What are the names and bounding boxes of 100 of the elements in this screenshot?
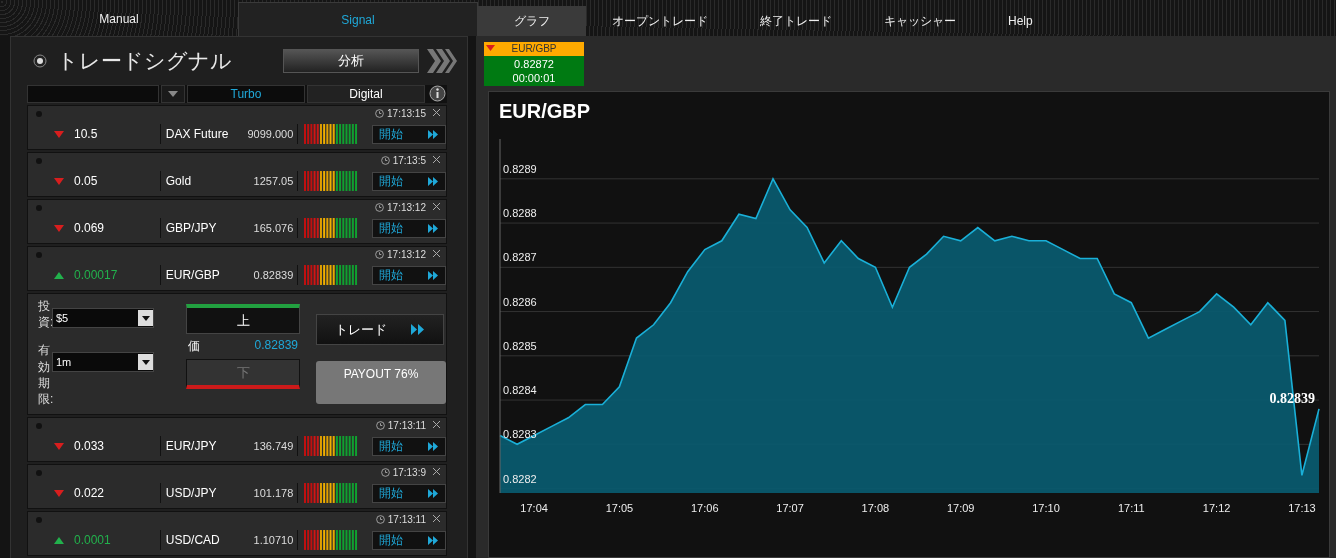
signal-meter-icon [304,436,359,456]
signal-time: 17:13:11 [387,514,426,525]
close-icon[interactable] [433,109,440,116]
close-icon[interactable] [433,421,440,428]
change-value: 0.022 [73,486,105,500]
signal-meter-icon [304,265,359,285]
price-label: 価 [188,338,200,355]
fast-forward-icon [428,129,439,139]
clock-icon [375,421,385,430]
change-value: 0.05 [73,174,99,188]
asset-price: 101.178 [252,487,294,499]
y-tick-label: 0.8284 [503,384,537,397]
analysis-button[interactable]: 分析 [283,48,419,73]
status-dot-icon [36,111,42,117]
start-button[interactable]: 開始 [372,124,446,144]
start-button[interactable]: 開始 [372,171,446,191]
x-tick-label: 17:07 [776,502,804,512]
asset-price: 9099.000 [246,128,294,140]
radio-icon[interactable] [33,53,47,68]
caret-icon[interactable] [141,315,150,321]
x-tick-label: 17:08 [861,502,890,512]
asset-name: Gold [164,174,193,188]
caret-icon[interactable] [141,359,150,365]
expiry-select[interactable]: 1m [52,352,154,373]
expiry-label: 有効期限: [38,342,52,408]
x-tick-label: 17:12 [1202,502,1231,512]
price-value: 0.82839 [254,338,298,354]
ticker-price: 0.82872 [513,58,555,70]
fast-forward-icon [428,176,439,186]
start-button[interactable]: 開始 [372,483,446,503]
x-tick-label: 17:05 [605,502,634,512]
start-button[interactable]: 開始 [372,265,446,285]
nav-tab[interactable]: キャッシャー [858,6,982,36]
x-tick-label: 17:10 [1032,502,1060,512]
trade-button[interactable]: トレード [316,314,444,345]
fast-forward-icon [428,488,439,498]
nav-tab[interactable]: 終了トレード [734,6,858,36]
status-dot-icon [36,252,42,258]
clock-icon [375,515,385,524]
change-value: 10.5 [73,127,99,141]
close-icon[interactable] [433,515,440,522]
investment-label: 投資: [38,298,52,331]
asset-name: EUR/JPY [164,439,218,453]
asset-price: 1257.05 [252,175,294,187]
info-icon[interactable] [428,85,446,103]
signal-meter-icon [304,218,359,238]
clock-icon [380,468,390,477]
asset-name: DAX Future [164,127,230,141]
panel-title: トレードシグナル [57,47,233,74]
clock-icon [375,250,385,259]
close-icon[interactable] [433,250,440,257]
mode-tab[interactable]: Signal [238,2,478,36]
close-icon[interactable] [433,468,440,475]
nav-tab[interactable]: グラフ [478,6,586,36]
filter-tab[interactable]: Digital [307,84,425,103]
signal-time: 17:13:11 [387,420,426,431]
x-tick-label: 17:13 [1288,502,1316,512]
status-dot-icon [36,470,42,476]
clock-icon [375,109,385,118]
ticker-symbol: EUR/GBP [511,43,557,54]
start-button[interactable]: 開始 [372,436,446,456]
filter-tab[interactable]: Turbo [187,84,305,103]
change-value: 0.00017 [73,268,119,282]
y-tick-label: 0.8282 [503,472,537,485]
signal-time: 17:13:15 [387,108,426,119]
asset-name: EUR/GBP [164,268,221,282]
up-button[interactable]: 上 [186,304,300,334]
mode-tab[interactable]: Manual [0,2,238,36]
nav-tab[interactable]: オープントレード [586,6,734,36]
asset-price: 165.076 [252,222,294,234]
signal-meter-icon [304,171,359,191]
nav-tab[interactable]: Help [982,6,1059,36]
asset-name: USD/CAD [164,533,221,547]
asset-price: 136.749 [252,440,294,452]
start-button[interactable]: 開始 [372,530,446,550]
status-dot-icon [36,158,42,164]
fast-forward-icon [428,441,439,451]
y-tick-label: 0.8286 [503,295,537,308]
close-icon[interactable] [433,156,440,163]
status-dot-icon [36,423,42,429]
change-value: 0.033 [73,439,105,453]
y-tick-label: 0.8285 [503,339,537,352]
fast-forward-icon [428,270,439,280]
x-tick-label: 17:09 [946,502,975,512]
signal-meter-icon [304,530,359,550]
start-button[interactable]: 開始 [372,218,446,238]
status-dot-icon [36,517,42,523]
signal-time: 17:13:9 [392,467,426,478]
close-icon[interactable] [433,203,440,210]
y-tick-label: 0.8287 [503,251,537,264]
chart-title: EUR/GBP [498,99,592,124]
payout-box: PAYOUT 76% [316,361,446,404]
ticker-timer: 00:00:01 [511,72,557,84]
y-tick-label: 0.8288 [503,207,537,220]
investment-select[interactable]: $5 [52,308,154,328]
clock-icon [380,156,390,165]
x-tick-label: 17:11 [1117,502,1145,512]
asset-name: USD/JPY [164,486,218,500]
clock-icon [375,203,385,212]
fast-forward-icon [428,535,439,545]
